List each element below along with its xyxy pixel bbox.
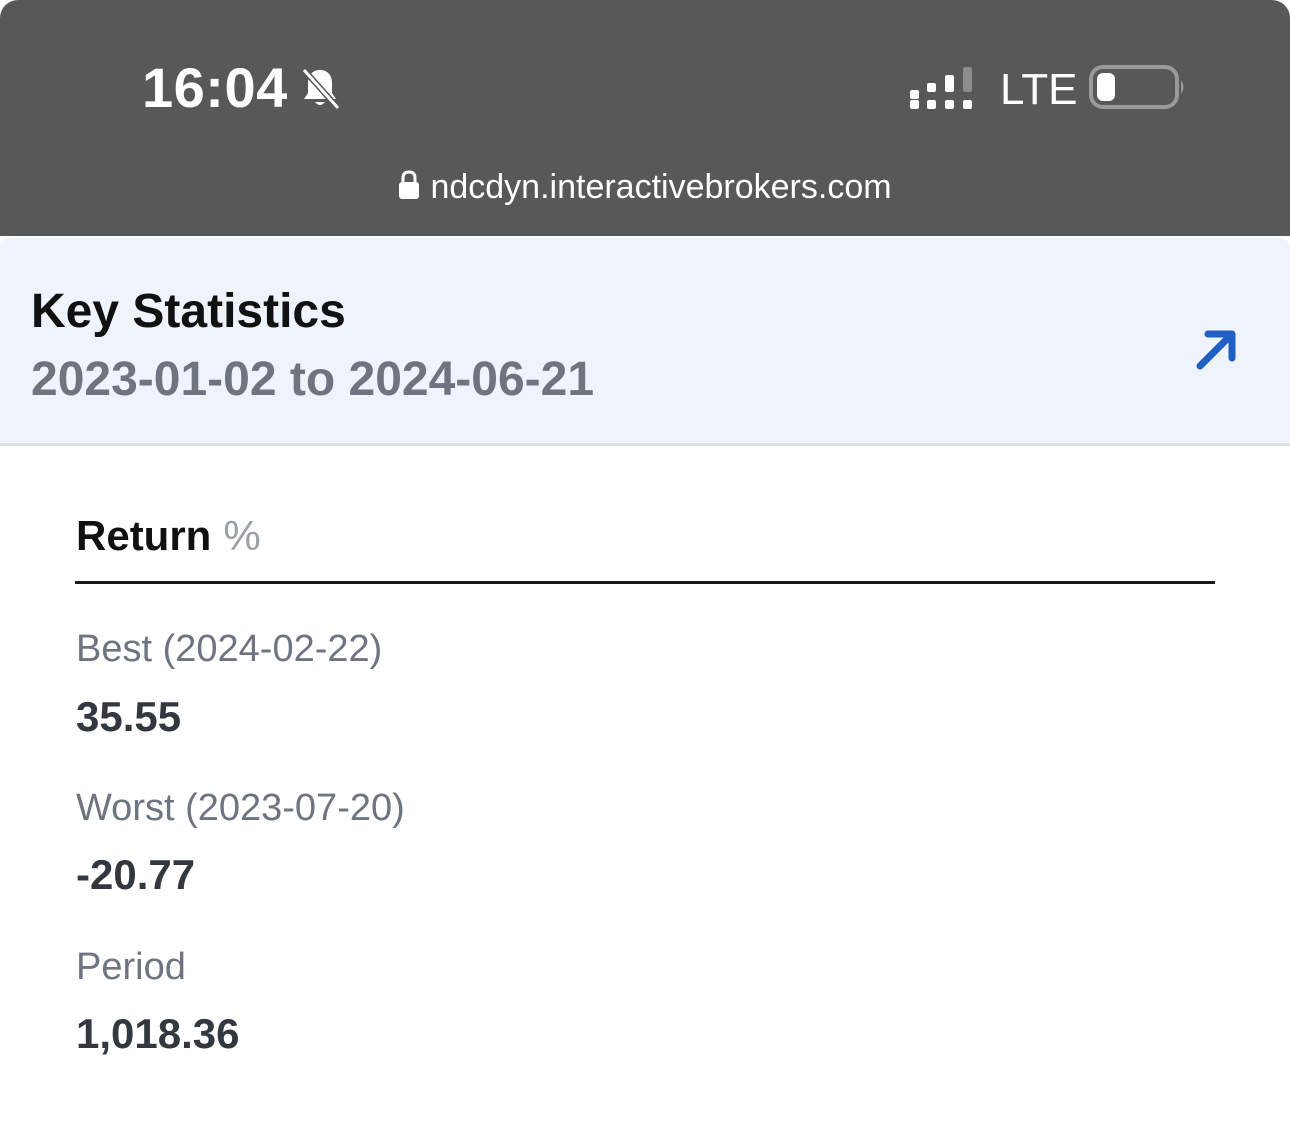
url-bar[interactable]: ndcdyn.interactivebrokers.com <box>0 162 1290 212</box>
network-type: LTE <box>1000 65 1078 114</box>
section-unit: % <box>223 512 261 559</box>
signal-icon <box>910 67 972 109</box>
stat-value-best: 35.55 <box>76 693 182 740</box>
status-time: 16:04 <box>142 56 288 119</box>
stat-value-period: 1,018.36 <box>76 1010 240 1057</box>
stat-value-worst: -20.77 <box>76 851 196 898</box>
stat-label-period: Period <box>76 946 186 988</box>
stat-label-best: Best (2024-02-22) <box>76 628 383 670</box>
battery-icon <box>1089 65 1184 109</box>
arrow-up-right-icon[interactable] <box>1186 320 1246 380</box>
section-divider <box>75 581 1215 584</box>
date-range: 2023-01-02 to 2024-06-21 <box>31 353 595 406</box>
stat-label-worst: Worst (2023-07-20) <box>76 787 405 829</box>
bell-slash-icon <box>301 67 341 111</box>
return-section-heading: Return% <box>76 510 261 562</box>
section-title: Return <box>76 512 212 559</box>
key-statistics-header: Key Statistics 2023-01-02 to 2024-06-21 <box>0 238 1290 446</box>
browser-chrome: 16:04 LTE ndcdyn.interactivebrokers.com <box>0 0 1290 236</box>
url-text: ndcdyn.interactivebrokers.com <box>430 168 892 206</box>
page-title: Key Statistics <box>31 285 346 338</box>
lock-icon <box>399 170 420 200</box>
